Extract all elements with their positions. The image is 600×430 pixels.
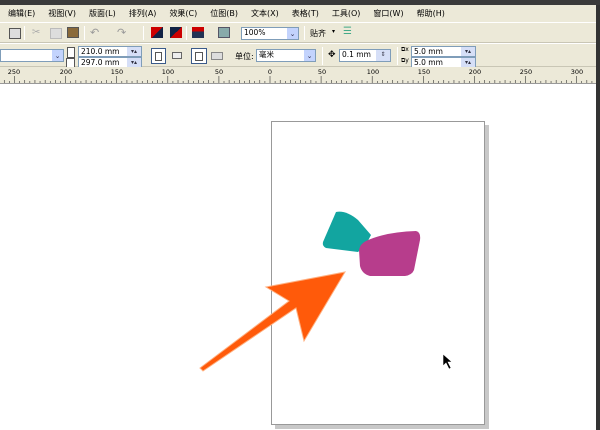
orange-arrow[interactable] (199, 271, 346, 372)
window-border (596, 5, 600, 430)
mouse-cursor-icon (442, 353, 453, 370)
artwork-layer (199, 211, 453, 372)
